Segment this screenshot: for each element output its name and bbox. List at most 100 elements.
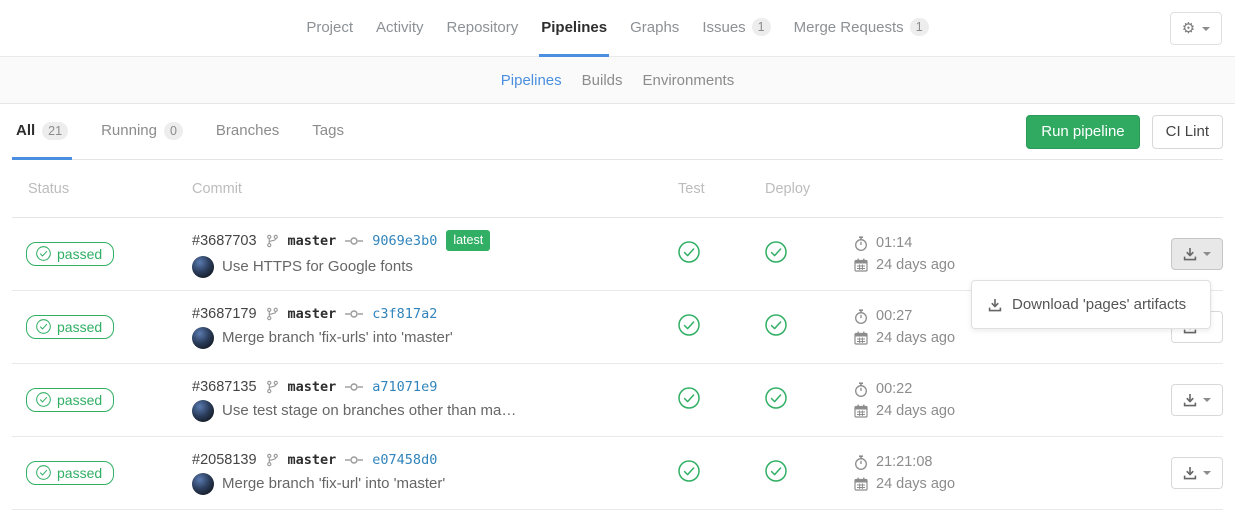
- ci-lint-button[interactable]: CI Lint: [1152, 115, 1223, 149]
- commit-message-link[interactable]: Merge branch 'fix-url' into 'master': [222, 475, 445, 492]
- download-icon: [988, 298, 1002, 312]
- pipeline-row: passed #2058139 master e07458d0 Merge br…: [12, 437, 1223, 510]
- header-deploy: Deploy: [765, 181, 854, 197]
- tab-branches[interactable]: Branches: [212, 104, 283, 160]
- tab-all-count-badge: 21: [42, 122, 68, 140]
- timer-icon: [854, 236, 868, 251]
- commit-sha-link[interactable]: e07458d0: [372, 452, 437, 468]
- pipeline-id-link[interactable]: #3687179: [192, 306, 257, 322]
- branch-icon: [266, 453, 279, 467]
- calendar-icon: [854, 404, 868, 418]
- pipeline-duration: 00:27: [876, 308, 912, 324]
- chevron-down-icon: [1202, 27, 1210, 31]
- pipeline-age: 24 days ago: [876, 403, 955, 419]
- chevron-down-icon: [1203, 252, 1211, 256]
- status-badge[interactable]: passed: [26, 315, 114, 339]
- status-badge[interactable]: passed: [26, 461, 114, 485]
- branch-link[interactable]: master: [288, 452, 337, 468]
- subnav-item-environments[interactable]: Environments: [643, 72, 735, 89]
- calendar-icon: [854, 331, 868, 345]
- commit-sha-link[interactable]: c3f817a2: [372, 306, 437, 322]
- status-badge[interactable]: passed: [26, 388, 114, 412]
- pipelines-toolbar: All 21 Running 0 Branches Tags Run pipel…: [12, 104, 1223, 160]
- check-circle-icon: [36, 392, 51, 407]
- tab-running[interactable]: Running 0: [97, 104, 187, 160]
- nav-item-activity[interactable]: Activity: [374, 0, 426, 57]
- check-circle-icon: [36, 246, 51, 261]
- artifacts-dropdown-button[interactable]: [1171, 457, 1223, 489]
- deploy-status-passed-icon[interactable]: [765, 314, 787, 336]
- avatar[interactable]: [192, 400, 214, 422]
- commit-message-link[interactable]: Use test stage on branches other than ma…: [222, 402, 516, 419]
- nav-item-graphs[interactable]: Graphs: [628, 0, 681, 57]
- calendar-icon: [854, 477, 868, 491]
- pipeline-age: 24 days ago: [876, 330, 955, 346]
- chevron-down-icon: [1203, 398, 1211, 402]
- deploy-status-passed-icon[interactable]: [765, 460, 787, 482]
- avatar[interactable]: [192, 473, 214, 495]
- pipeline-id-link[interactable]: #3687703: [192, 233, 257, 249]
- deploy-status-passed-icon[interactable]: [765, 387, 787, 409]
- subnav-item-builds[interactable]: Builds: [582, 72, 623, 89]
- timer-icon: [854, 382, 868, 397]
- pipeline-id-link[interactable]: #3687135: [192, 379, 257, 395]
- nav-item-issues[interactable]: Issues 1: [700, 0, 772, 57]
- nav-item-project[interactable]: Project: [304, 0, 355, 57]
- top-navbar: Project Activity Repository Pipelines Gr…: [0, 0, 1235, 57]
- avatar[interactable]: [192, 256, 214, 278]
- avatar[interactable]: [192, 327, 214, 349]
- run-pipeline-button[interactable]: Run pipeline: [1026, 115, 1139, 149]
- commit-sha-link[interactable]: 9069e3b0: [372, 233, 437, 249]
- timer-icon: [854, 309, 868, 324]
- subnav-item-pipelines[interactable]: Pipelines: [501, 72, 562, 89]
- status-badge[interactable]: passed: [26, 242, 114, 266]
- nav-item-repository[interactable]: Repository: [445, 0, 521, 57]
- calendar-icon: [854, 258, 868, 272]
- test-status-passed-icon[interactable]: [678, 460, 700, 482]
- artifacts-dropdown-button[interactable]: [1171, 384, 1223, 416]
- branch-link[interactable]: master: [288, 233, 337, 249]
- download-icon: [1183, 247, 1197, 261]
- tab-running-count-badge: 0: [164, 122, 183, 140]
- branch-link[interactable]: master: [288, 379, 337, 395]
- timer-icon: [854, 455, 868, 470]
- pipelines-table-header: Status Commit Test Deploy: [12, 160, 1223, 218]
- check-circle-icon: [36, 465, 51, 480]
- artifacts-dropdown-button[interactable]: [1171, 238, 1223, 270]
- header-commit: Commit: [192, 181, 678, 197]
- pipelines-subnav: Pipelines Builds Environments: [0, 57, 1235, 104]
- branch-icon: [266, 307, 279, 321]
- gear-icon: ⚙: [1182, 21, 1195, 36]
- test-status-passed-icon[interactable]: [678, 241, 700, 263]
- chevron-down-icon: [1203, 471, 1211, 475]
- test-status-passed-icon[interactable]: [678, 314, 700, 336]
- scope-tabs: All 21 Running 0 Branches Tags: [12, 104, 373, 159]
- pipeline-age: 24 days ago: [876, 257, 955, 273]
- branch-icon: [266, 380, 279, 394]
- deploy-status-passed-icon[interactable]: [765, 241, 787, 263]
- pipeline-age: 24 days ago: [876, 476, 955, 492]
- nav-item-merge-requests[interactable]: Merge Requests 1: [792, 0, 931, 57]
- header-status: Status: [12, 181, 192, 197]
- artifacts-dropdown-menu: Download 'pages' artifacts: [971, 280, 1211, 329]
- commit-sha-link[interactable]: a71071e9: [372, 379, 437, 395]
- latest-badge: latest: [446, 230, 490, 250]
- commit-message-link[interactable]: Merge branch 'fix-urls' into 'master': [222, 329, 453, 346]
- branch-link[interactable]: master: [288, 306, 337, 322]
- project-settings-button[interactable]: ⚙: [1170, 12, 1222, 45]
- test-status-passed-icon[interactable]: [678, 387, 700, 409]
- download-icon: [1183, 466, 1197, 480]
- nav-item-pipelines[interactable]: Pipelines: [539, 0, 609, 57]
- project-nav: Project Activity Repository Pipelines Gr…: [304, 0, 930, 56]
- merge-requests-count-badge: 1: [910, 18, 929, 36]
- pipeline-id-link[interactable]: #2058139: [192, 452, 257, 468]
- tab-all[interactable]: All 21: [12, 104, 72, 160]
- commit-icon: [345, 455, 363, 465]
- commit-icon: [345, 236, 363, 246]
- pipeline-duration: 21:21:08: [876, 454, 932, 470]
- tab-tags[interactable]: Tags: [308, 104, 348, 160]
- issues-count-badge: 1: [752, 18, 771, 36]
- download-icon: [1183, 393, 1197, 407]
- commit-message-link[interactable]: Use HTTPS for Google fonts: [222, 258, 413, 275]
- download-artifacts-menu-item[interactable]: Download 'pages' artifacts: [972, 289, 1210, 320]
